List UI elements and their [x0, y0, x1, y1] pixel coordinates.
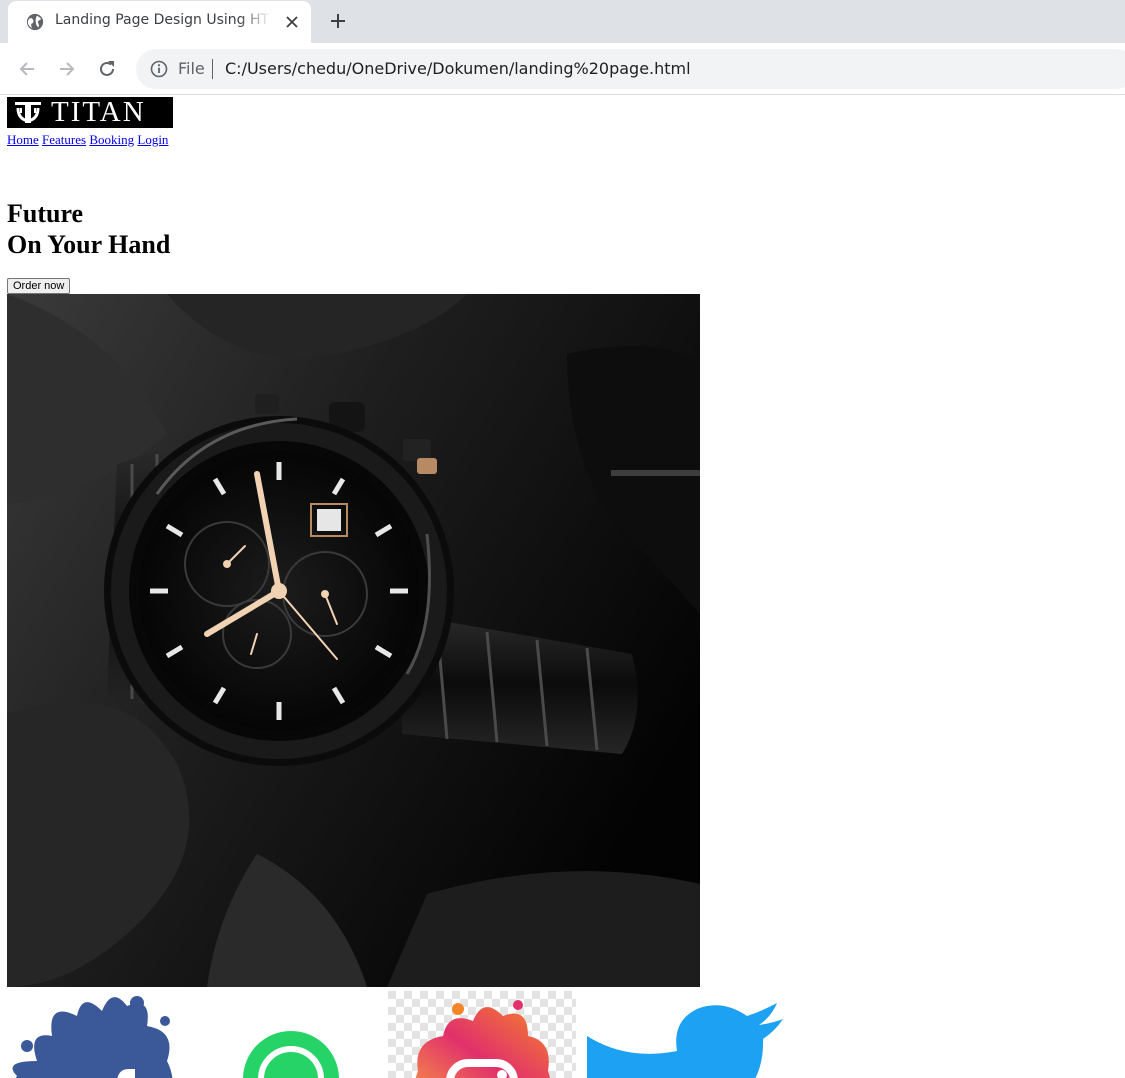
nav-link-booking[interactable]: Booking — [89, 132, 134, 147]
titan-logo: TITAN — [7, 97, 173, 128]
facebook-icon[interactable] — [7, 991, 177, 1078]
reload-button[interactable] — [95, 57, 119, 81]
tab-title: Landing Page Design Using HTML — [55, 12, 271, 28]
back-button[interactable] — [15, 57, 39, 81]
nav-link-login[interactable]: Login — [137, 132, 168, 147]
plus-icon — [331, 14, 345, 28]
logo-wordmark: TITAN — [51, 96, 146, 128]
tab-strip: Landing Page Design Using HTML — [0, 0, 1125, 43]
scheme-divider — [212, 59, 213, 79]
url-text[interactable]: C:/Users/chedu/OneDrive/Dokumen/landing%… — [225, 59, 691, 78]
arrow-left-icon — [19, 62, 34, 76]
watch-hero-image — [7, 294, 700, 987]
browser-toolbar: File C:/Users/chedu/OneDrive/Dokumen/lan… — [0, 43, 1125, 95]
headline-line-1: Future — [7, 199, 84, 228]
titan-emblem-icon — [15, 102, 41, 123]
new-tab-button[interactable] — [326, 9, 350, 33]
instagram-icon[interactable] — [388, 991, 576, 1078]
browser-tab[interactable]: Landing Page Design Using HTML — [8, 1, 311, 43]
url-scheme-label: File — [178, 59, 205, 78]
twitter-icon[interactable] — [587, 991, 787, 1078]
page-content: TITAN Home Features Booking Login Future… — [0, 96, 1125, 1078]
whatsapp-icon[interactable] — [236, 991, 346, 1078]
forward-button[interactable] — [55, 57, 79, 81]
order-now-button[interactable]: Order now — [7, 278, 71, 294]
close-icon[interactable] — [283, 13, 301, 31]
globe-icon — [26, 13, 44, 31]
nav-link-features[interactable]: Features — [42, 132, 86, 147]
hero-headline: Future On Your Hand — [7, 198, 170, 260]
main-nav: Home Features Booking Login — [7, 132, 168, 148]
nav-link-home[interactable]: Home — [7, 132, 39, 147]
headline-line-2: On Your Hand — [7, 230, 171, 259]
reload-icon — [100, 61, 114, 76]
address-bar[interactable]: File C:/Users/chedu/OneDrive/Dokumen/lan… — [136, 49, 1125, 89]
arrow-right-icon — [60, 62, 75, 76]
info-icon[interactable] — [150, 60, 168, 78]
